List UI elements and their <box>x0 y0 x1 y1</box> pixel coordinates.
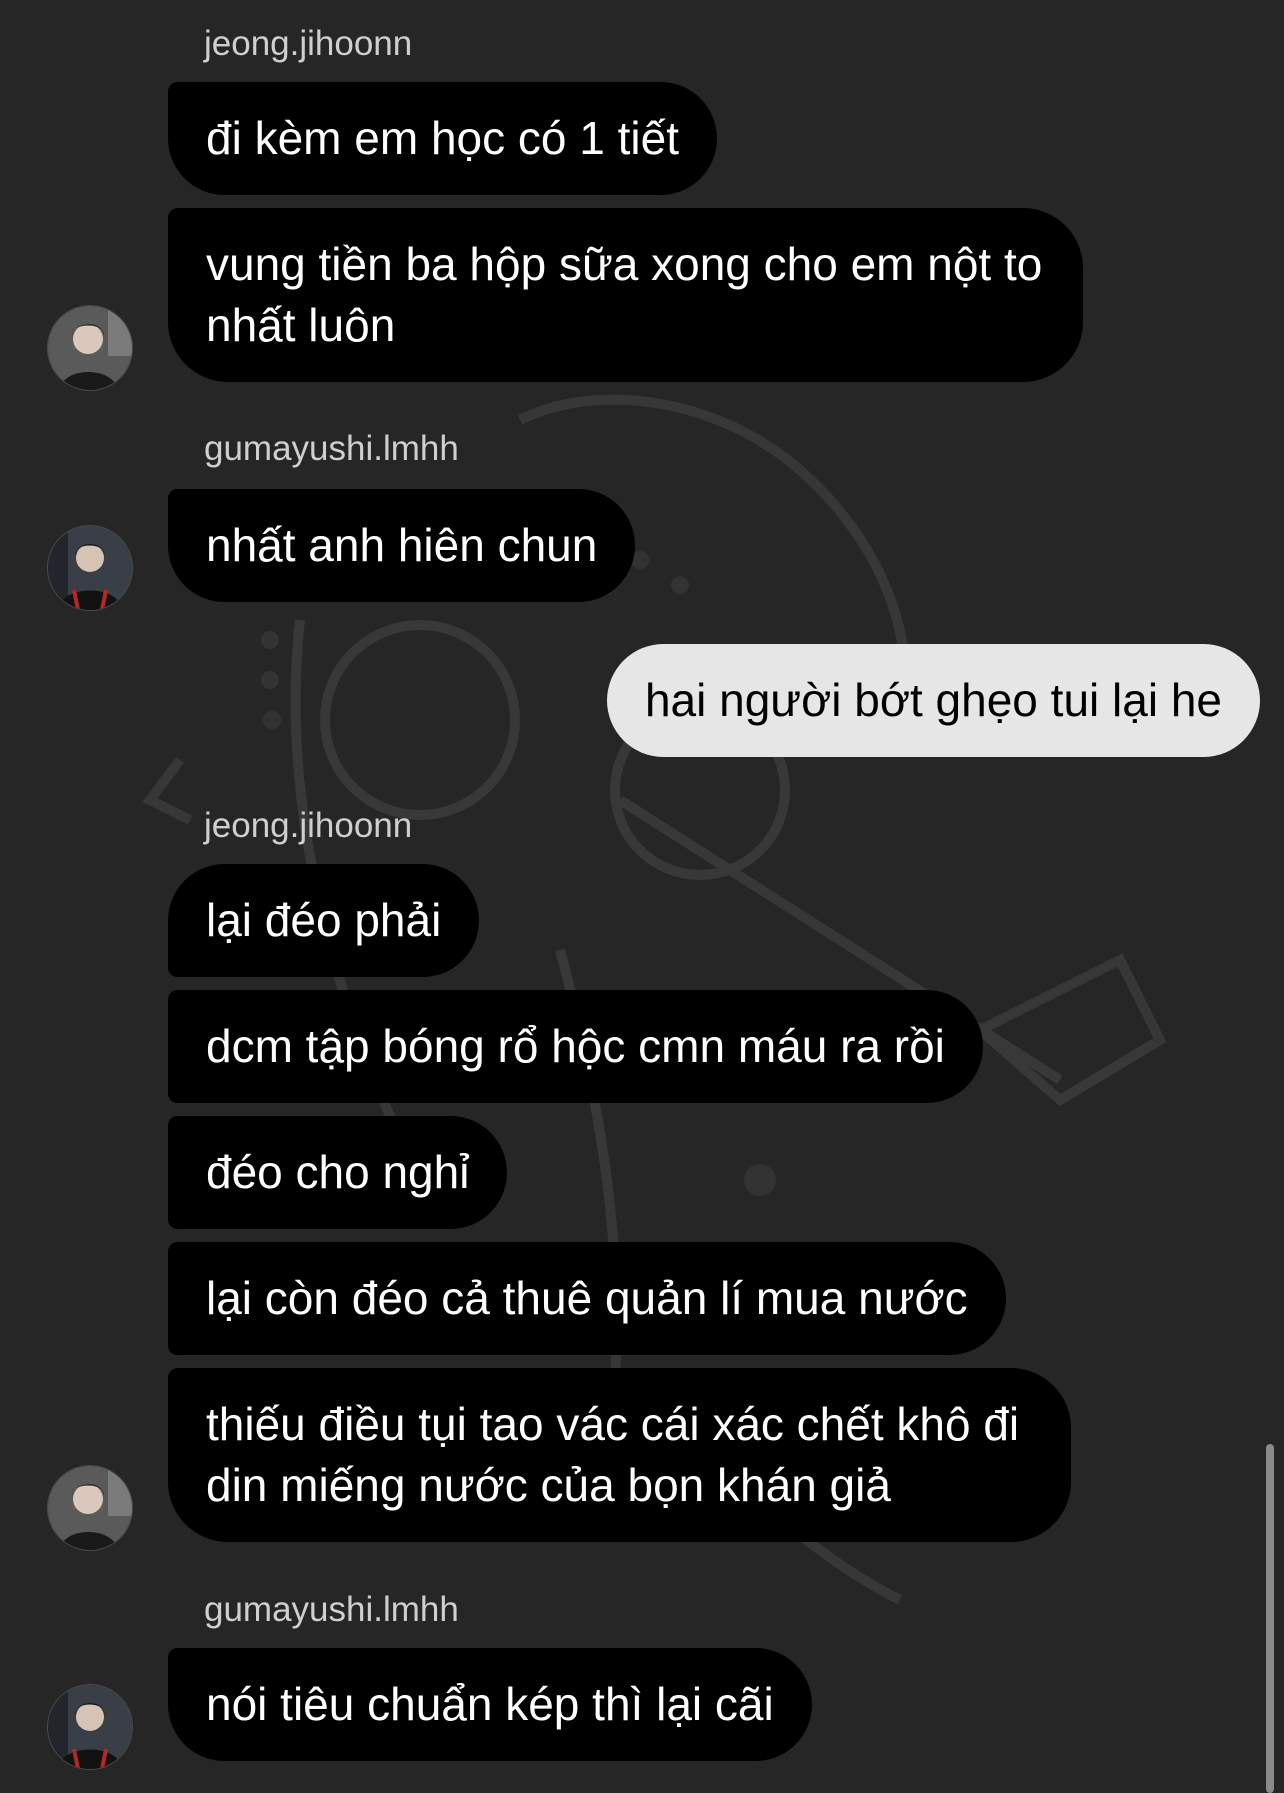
message-bubble[interactable]: dcm tập bóng rổ hộc cmn máu ra rồi <box>168 990 983 1103</box>
message-bubble[interactable]: thiếu điều tụi tao vác cái xác chết khô … <box>168 1368 1071 1542</box>
message-bubble[interactable]: lại còn đéo cả thuê quản lí mua nước <box>168 1242 1006 1355</box>
message-bubble[interactable]: nói tiêu chuẩn kép thì lại cãi <box>168 1648 812 1761</box>
avatar-gumayushi-lmhh-icon[interactable] <box>47 525 133 611</box>
avatar-jeong-jihoonn-icon[interactable] <box>47 305 133 391</box>
message-bubble[interactable]: lại đéo phải <box>168 864 480 977</box>
message-bubble[interactable]: vung tiền ba hộp sữa xong cho em nột to … <box>168 208 1083 382</box>
avatar-gumayushi-lmhh-icon[interactable] <box>47 1684 133 1770</box>
sender-name: jeong.jihoonn <box>204 806 413 845</box>
message-bubble[interactable]: đi kèm em học có 1 tiết <box>168 82 717 195</box>
message-bubble[interactable]: đéo cho nghỉ <box>168 1116 508 1229</box>
avatar-jeong-jihoonn-icon[interactable] <box>47 1465 133 1551</box>
sender-name: jeong.jihoonn <box>204 24 413 63</box>
outgoing-message-bubble[interactable]: hai người bớt ghẹo tui lại he <box>606 644 1260 757</box>
message-bubble[interactable]: nhất anh hiên chun <box>168 489 636 602</box>
chat-thread[interactable]: jeong.jihoonn đi kèm em học có 1 tiết vu… <box>0 0 1284 1793</box>
sender-name: gumayushi.lmhh <box>204 1590 459 1629</box>
scrollbar[interactable] <box>1266 1444 1274 1793</box>
sender-name: gumayushi.lmhh <box>204 429 459 468</box>
